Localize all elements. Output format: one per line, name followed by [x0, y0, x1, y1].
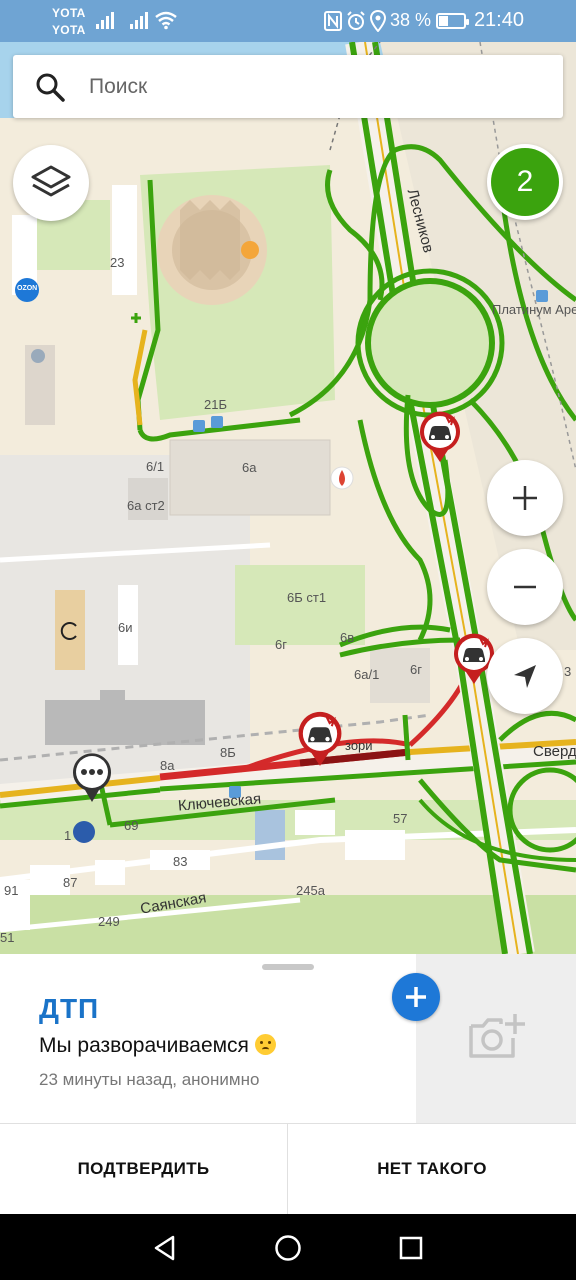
- ozon-label: OZON: [17, 285, 38, 292]
- map-label: 1: [64, 828, 72, 843]
- map-label: 6а: [242, 460, 257, 475]
- status-right: 38 % 21:40: [316, 0, 576, 42]
- map-label: 249: [98, 914, 120, 929]
- map-label: 245а: [296, 883, 325, 898]
- search-icon[interactable]: [35, 72, 65, 102]
- layers-icon: [31, 165, 71, 197]
- map-label: 21Б: [204, 397, 227, 412]
- battery-icon: [436, 13, 469, 29]
- street-label: Сверд: [533, 743, 576, 760]
- map-label: 69: [124, 818, 139, 833]
- sad-face-icon: [254, 1034, 276, 1055]
- layers-button[interactable]: [13, 145, 89, 221]
- home-icon[interactable]: [274, 1234, 302, 1262]
- event-meta: 23 минуты назад, анонимно: [39, 1070, 260, 1089]
- map-label: 3: [564, 664, 572, 679]
- map-label: 6/1: [146, 459, 165, 474]
- map-view[interactable]: 23 21Б 6/1 6а 6а ст2 6Б ст1 6и 6г 6в 6а/…: [0, 42, 576, 954]
- navigation-arrow-icon: [514, 665, 536, 688]
- map-label: 8а: [160, 758, 175, 773]
- nfc-icon: [324, 11, 342, 31]
- loading-spinner-icon: [60, 622, 77, 640]
- search-bar[interactable]: [13, 55, 563, 118]
- map-label: 57: [393, 811, 408, 826]
- drag-handle[interactable]: [262, 964, 314, 970]
- zoom-in-button[interactable]: [487, 460, 563, 536]
- map-label: зори: [345, 738, 373, 753]
- add-comment-button[interactable]: [392, 973, 440, 1021]
- signal-icon: [130, 11, 150, 29]
- map-label: 91: [4, 883, 19, 898]
- signal-icon: [96, 11, 116, 29]
- map-label: 23: [110, 255, 125, 270]
- map-label: Платинум Аре: [492, 302, 576, 317]
- add-photo-panel[interactable]: [416, 954, 576, 1123]
- event-message-text: Мы разворачиваемся: [39, 1034, 249, 1057]
- accident-pin[interactable]: [416, 408, 464, 464]
- map-label: 8Б: [220, 745, 236, 760]
- event-message: Мы разворачиваемся: [39, 1034, 276, 1058]
- locate-me-button[interactable]: [487, 638, 563, 714]
- event-title: ДТП: [39, 993, 100, 1024]
- map-label: 6г: [410, 662, 422, 677]
- battery-level: [439, 16, 449, 26]
- alarm-icon: [347, 11, 365, 30]
- map-label: 87: [63, 875, 78, 890]
- map-label: 6г: [275, 637, 287, 652]
- add-photo-icon: [469, 1014, 525, 1058]
- battery-percent: 38 %: [390, 10, 432, 30]
- map-label: 6а ст2: [127, 498, 165, 513]
- back-icon[interactable]: [151, 1234, 179, 1262]
- map-label: 51: [0, 930, 15, 945]
- event-card: ДТП Мы разворачиваемся 23 минуты назад, …: [0, 954, 576, 1215]
- carrier-label-1: YOTA: [52, 6, 86, 20]
- location-icon: [370, 10, 386, 32]
- chat-pin[interactable]: [70, 750, 114, 804]
- map-label: 6и: [118, 620, 133, 635]
- recent-apps-icon[interactable]: [397, 1234, 425, 1262]
- confirm-button[interactable]: ПОДТВЕРДИТЬ: [0, 1124, 288, 1215]
- traffic-score: 2: [491, 148, 559, 216]
- map-label: 6Б ст1: [287, 590, 327, 605]
- card-actions: ПОДТВЕРДИТЬ НЕТ ТАКОГО: [0, 1123, 576, 1215]
- deny-button[interactable]: НЕТ ТАКОГО: [288, 1124, 576, 1215]
- plus-icon: [406, 987, 426, 1007]
- wifi-icon: [155, 11, 177, 30]
- map-label: 6в: [340, 630, 355, 645]
- map-label: 6а/1: [354, 667, 380, 682]
- status-bar: YOTA YOTA 38 % 21:40: [0, 0, 576, 42]
- search-input[interactable]: [89, 55, 529, 118]
- accident-pin-selected[interactable]: [294, 708, 346, 768]
- map-label: 83: [173, 854, 188, 869]
- traffic-score-badge[interactable]: 2: [487, 144, 563, 220]
- minus-icon: [514, 585, 536, 589]
- plus-icon: [513, 486, 537, 510]
- clock: 21:40: [473, 9, 524, 31]
- carrier-label-2: YOTA: [52, 23, 86, 37]
- zoom-out-button[interactable]: [487, 549, 563, 625]
- navigation-bar: [0, 1214, 576, 1280]
